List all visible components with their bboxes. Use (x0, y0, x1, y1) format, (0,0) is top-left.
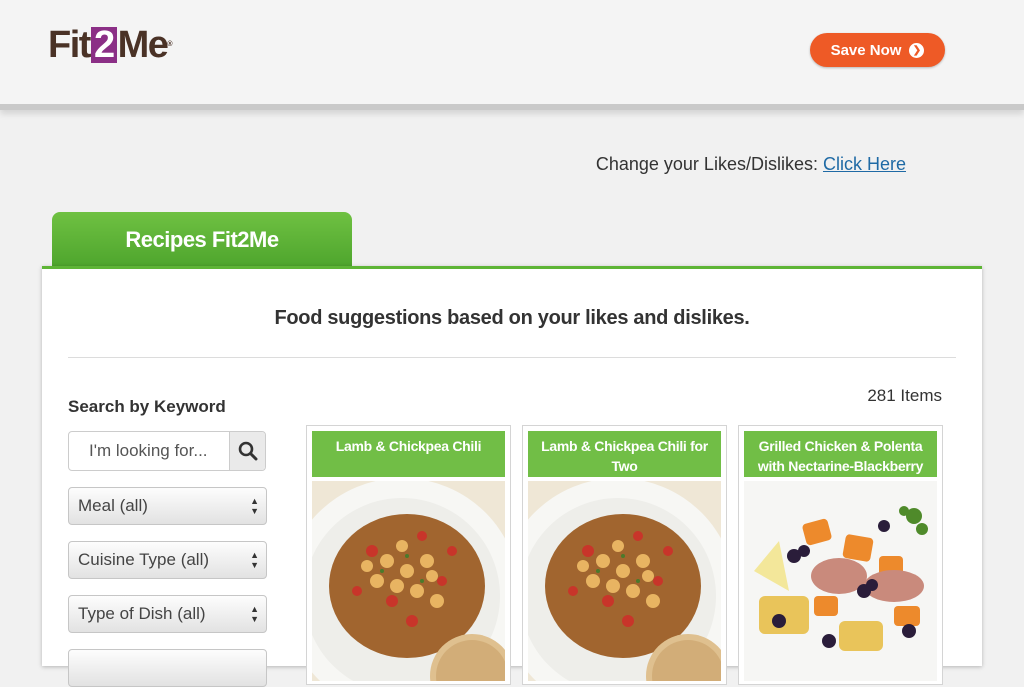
chevron-circle-right-icon: ❯ (909, 42, 925, 58)
select-arrows-icon: ▲ ▼ (250, 550, 259, 570)
select-arrows-icon: ▲ ▼ (250, 604, 259, 624)
recipe-card[interactable]: Lamb & Chickpea Chili (306, 425, 511, 685)
recipe-title[interactable]: Lamb & Chickpea Chili for Two (528, 431, 721, 477)
search-input[interactable] (69, 432, 229, 470)
type-of-dish-select-value: Type of Dish (all) (78, 604, 206, 623)
recipe-image[interactable] (528, 481, 721, 681)
search-label: Search by Keyword (68, 397, 226, 416)
click-here-link[interactable]: Click Here (823, 154, 906, 174)
select-arrows-icon: ▲ ▼ (250, 496, 259, 516)
recipes-panel: Food suggestions based on your likes and… (42, 266, 982, 687)
save-now-label: Save Now (830, 41, 902, 59)
meal-select-value: Meal (all) (78, 496, 148, 515)
cuisine-type-select[interactable]: Cuisine Type (all) ▲ ▼ (68, 541, 267, 579)
recipe-title[interactable]: Grilled Chicken & Polenta with Nectarine… (744, 431, 937, 494)
type-of-dish-select[interactable]: Type of Dish (all) ▲ ▼ (68, 595, 267, 633)
search-icon (238, 441, 257, 461)
cuisine-type-select-value: Cuisine Type (all) (78, 550, 210, 569)
recipe-title[interactable]: Lamb & Chickpea Chili (312, 431, 505, 477)
search-box (68, 431, 266, 471)
likes-dislikes-label: Change your Likes/Dislikes: (595, 154, 818, 174)
fit2me-logo[interactable]: Fit 2 Me® (48, 25, 173, 65)
meal-select[interactable]: Meal (all) ▲ ▼ (68, 487, 267, 525)
recipe-image[interactable] (312, 481, 505, 681)
tab-recipes-fit2me[interactable]: Recipes Fit2Me (52, 212, 352, 267)
likes-dislikes-row: Change your Likes/Dislikes: Click Here (596, 154, 906, 175)
save-now-button[interactable]: Save Now ❯ (810, 33, 945, 67)
search-button[interactable] (229, 432, 265, 470)
recipe-card[interactable]: Grilled Chicken & Polenta with Nectarine… (738, 425, 943, 685)
divider (68, 357, 956, 358)
recipe-card[interactable]: Lamb & Chickpea Chili for Two (522, 425, 727, 685)
panel-subtitle: Food suggestions based on your likes and… (274, 307, 750, 329)
recipe-image[interactable] (744, 481, 937, 681)
site-header: Fit 2 Me® Save Now ❯ (0, 0, 1024, 110)
items-count: 281 Items (867, 386, 942, 405)
additional-filter-select[interactable] (68, 649, 267, 687)
